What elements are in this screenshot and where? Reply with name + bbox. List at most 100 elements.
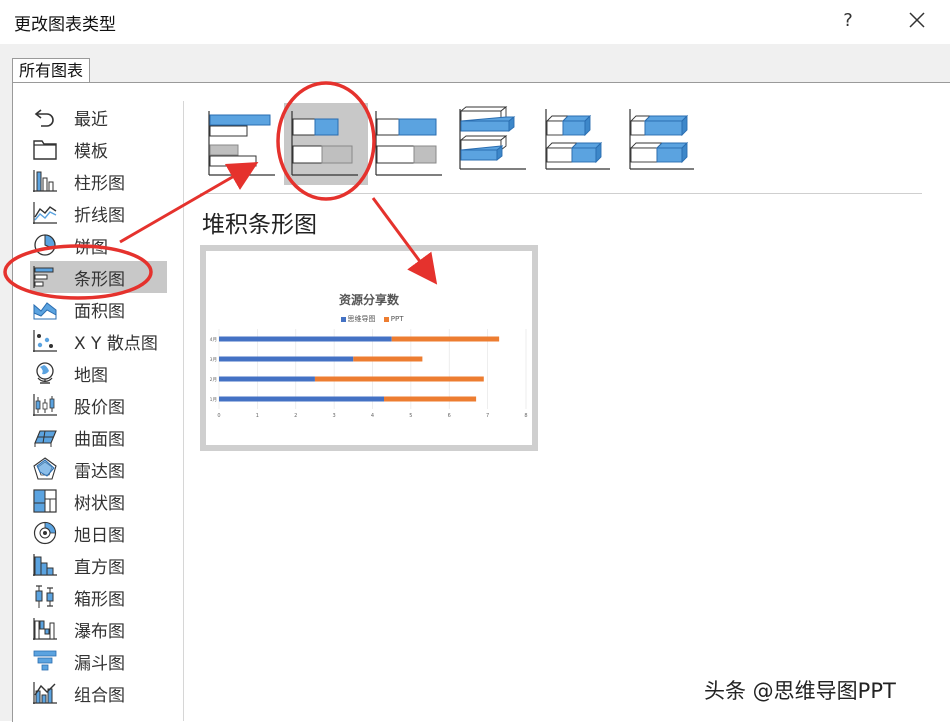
chart-type-list: 最近 模板 柱形图 折线图 饼图 条形图 面积图 X Y 散点图 地图 股价图 … bbox=[30, 101, 180, 709]
sidebar-item-column[interactable]: 柱形图 bbox=[30, 165, 180, 197]
column-chart-icon bbox=[33, 170, 57, 192]
sidebar-item-line[interactable]: 折线图 bbox=[30, 197, 180, 229]
globe-icon bbox=[36, 362, 54, 384]
sidebar-item-label: X Y 散点图 bbox=[74, 334, 158, 354]
bar-segment-series-2 bbox=[384, 396, 477, 402]
radar-chart-icon bbox=[33, 457, 57, 480]
y-tick-label: 3月 bbox=[210, 357, 217, 363]
sidebar-item-label: 旭日图 bbox=[74, 526, 125, 546]
chart-preview-canvas: 资源分享数 思维导图 PPT 0 1 2 3 4 5 6 7 8 1月 2月 3月 4月 bbox=[206, 251, 532, 445]
y-tick-label: 1月 bbox=[210, 397, 217, 403]
tab-all-charts[interactable]: 所有图表 bbox=[12, 58, 91, 83]
sidebar-item-radar[interactable]: 雷达图 bbox=[30, 453, 180, 485]
watermark-text: 头条 @思维导图PPT bbox=[704, 679, 896, 703]
pie-chart-icon bbox=[34, 234, 56, 256]
x-tick-label: 4 bbox=[371, 413, 374, 419]
chart-plot: 0 1 2 3 4 5 6 7 8 1月 2月 3月 4月 bbox=[210, 329, 528, 419]
y-tick-label: 4月 bbox=[210, 337, 217, 343]
sidebar-item-bar[interactable]: 条形图 bbox=[30, 261, 167, 293]
sidebar-item-map[interactable]: 地图 bbox=[30, 357, 180, 389]
bar-segment-series-2 bbox=[353, 356, 423, 362]
sidebar-item-area[interactable]: 面积图 bbox=[30, 293, 180, 325]
treemap-icon bbox=[33, 489, 57, 513]
line-chart-icon bbox=[33, 202, 57, 224]
dialog-title: 更改图表类型 bbox=[14, 15, 116, 35]
chart-preview[interactable]: 资源分享数 思维导图 PPT 0 1 2 3 4 5 6 7 8 1月 2月 3月 4月 bbox=[200, 245, 538, 451]
sidebar-item-boxplot[interactable]: 箱形图 bbox=[30, 581, 180, 613]
sidebar-item-label: 直方图 bbox=[74, 558, 125, 578]
3d-percent-stacked-bar-icon bbox=[629, 109, 694, 170]
sidebar-item-label: 曲面图 bbox=[74, 430, 125, 450]
close-button[interactable] bbox=[900, 6, 934, 36]
area-chart-icon bbox=[33, 302, 57, 320]
bar-segment-series-1 bbox=[219, 396, 385, 402]
x-tick-label: 7 bbox=[486, 413, 489, 419]
sidebar-item-label: 漏斗图 bbox=[74, 654, 125, 674]
x-tick-label: 1 bbox=[256, 413, 259, 419]
subtype-3d-percent-stacked-bar[interactable] bbox=[620, 103, 704, 185]
bar-chart-icon bbox=[33, 266, 54, 288]
x-tick-label: 5 bbox=[409, 413, 412, 419]
sidebar-item-histogram[interactable]: 直方图 bbox=[30, 549, 180, 581]
waterfall-icon bbox=[33, 618, 57, 640]
subtype-3d-stacked-bar[interactable] bbox=[536, 103, 620, 185]
undo-icon bbox=[34, 109, 54, 127]
x-tick-label: 8 bbox=[524, 413, 527, 419]
sidebar-item-label: 柱形图 bbox=[74, 174, 125, 194]
help-button[interactable]: ? bbox=[833, 6, 863, 36]
title-bar: 更改图表类型 ? bbox=[0, 0, 950, 44]
gallery-divider bbox=[200, 193, 922, 194]
x-tick-label: 3 bbox=[333, 413, 336, 419]
subtype-clustered-bar[interactable] bbox=[201, 103, 285, 185]
histogram-icon bbox=[33, 554, 57, 576]
sidebar-item-combo[interactable]: 组合图 bbox=[30, 677, 180, 709]
sidebar-item-label: 雷达图 bbox=[74, 462, 125, 482]
boxplot-icon bbox=[35, 585, 54, 608]
vertical-divider bbox=[183, 101, 184, 721]
close-icon bbox=[909, 12, 925, 28]
percent-stacked-bar-icon bbox=[375, 111, 442, 176]
bar-segment-series-2 bbox=[314, 376, 484, 382]
sidebar-item-label: 股价图 bbox=[74, 398, 125, 418]
sidebar-item-label: 地图 bbox=[74, 366, 108, 386]
sidebar-item-scatter[interactable]: X Y 散点图 bbox=[30, 325, 180, 357]
folder-icon bbox=[33, 140, 57, 160]
scatter-chart-icon bbox=[33, 330, 57, 352]
surface-chart-icon bbox=[34, 430, 57, 447]
sidebar-item-recent[interactable]: 最近 bbox=[30, 101, 180, 133]
sidebar-item-label: 最近 bbox=[74, 110, 108, 130]
sidebar-item-label: 条形图 bbox=[74, 270, 125, 290]
x-tick-label: 6 bbox=[448, 413, 451, 419]
bar-segment-series-1 bbox=[219, 356, 354, 362]
subtype-stacked-bar[interactable] bbox=[284, 103, 368, 185]
funnel-icon bbox=[33, 650, 57, 671]
y-tick-label: 2月 bbox=[210, 377, 217, 383]
sidebar-item-pie[interactable]: 饼图 bbox=[30, 229, 180, 261]
sidebar-item-label: 组合图 bbox=[74, 686, 125, 706]
sidebar-item-waterfall[interactable]: 瀑布图 bbox=[30, 613, 180, 645]
subtype-title: 堆积条形图 bbox=[202, 212, 317, 238]
subtype-3d-clustered-bar[interactable] bbox=[452, 103, 536, 185]
sidebar-item-label: 瀑布图 bbox=[74, 622, 125, 642]
sidebar-item-surface[interactable]: 曲面图 bbox=[30, 421, 180, 453]
sidebar-item-sunburst[interactable]: 旭日图 bbox=[30, 517, 180, 549]
x-tick-label: 0 bbox=[217, 413, 220, 419]
sidebar-item-label: 箱形图 bbox=[74, 590, 125, 610]
sunburst-icon bbox=[33, 521, 57, 545]
sidebar-item-funnel[interactable]: 漏斗图 bbox=[30, 645, 180, 677]
sidebar-item-stock[interactable]: 股价图 bbox=[30, 389, 180, 421]
sidebar-item-label: 饼图 bbox=[74, 238, 108, 258]
stacked-bar-icon bbox=[291, 111, 358, 176]
x-tick-label: 2 bbox=[294, 413, 297, 419]
stock-chart-icon bbox=[33, 394, 57, 416]
bar-segment-series-1 bbox=[219, 376, 315, 382]
sidebar-item-templates[interactable]: 模板 bbox=[30, 133, 180, 165]
combo-chart-icon bbox=[33, 682, 57, 704]
sidebar-item-treemap[interactable]: 树状图 bbox=[30, 485, 180, 517]
subtype-percent-stacked-bar[interactable] bbox=[368, 103, 452, 185]
sidebar-item-label: 面积图 bbox=[74, 302, 125, 322]
3d-stacked-bar-icon bbox=[545, 109, 610, 170]
bar-segment-series-1 bbox=[219, 336, 392, 342]
bar-segment-series-2 bbox=[391, 336, 500, 342]
sidebar-item-label: 模板 bbox=[74, 142, 108, 162]
